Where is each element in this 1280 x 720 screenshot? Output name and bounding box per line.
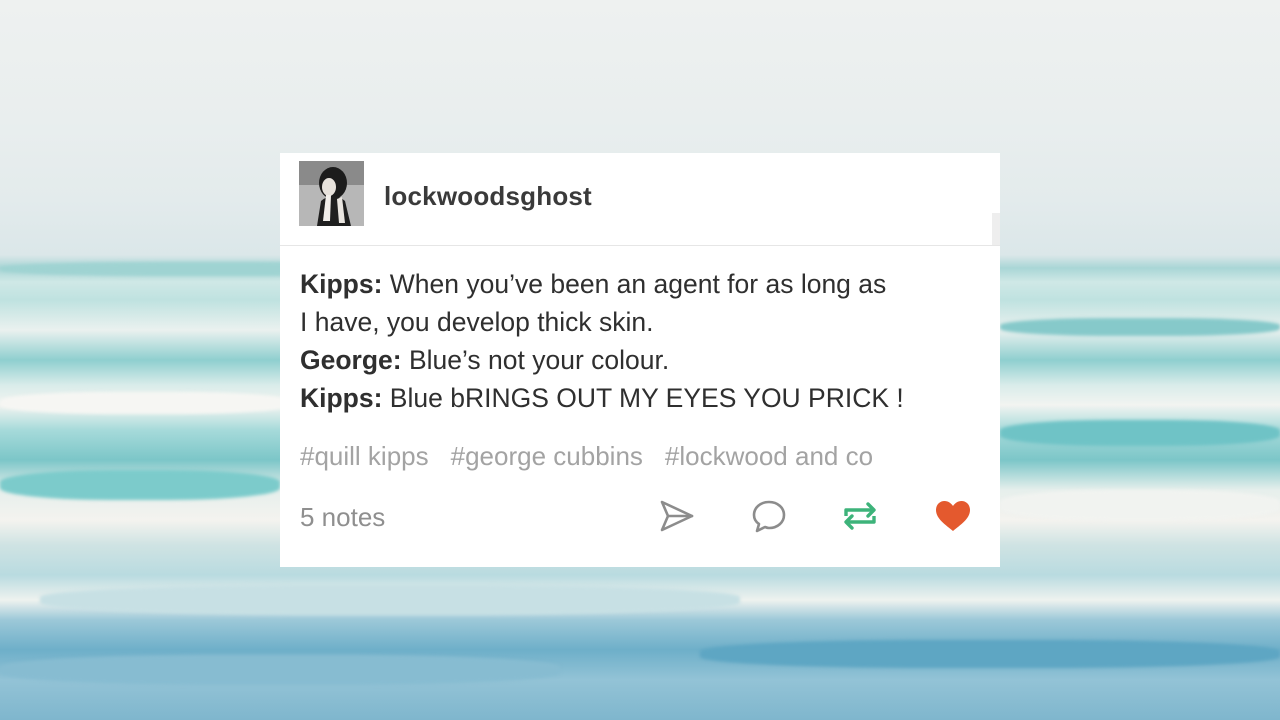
share-button[interactable] [657, 496, 697, 536]
speech-bubble-icon [752, 500, 786, 533]
paint-stroke [0, 470, 280, 500]
post-body: Kipps: When you’ve been an agent for as … [300, 265, 990, 417]
tag-link[interactable]: #lockwood and co [665, 441, 873, 471]
dialogue-text: When you’ve been an agent for as long as [382, 269, 887, 299]
reblog-arrows-icon [844, 502, 876, 530]
paint-stroke [0, 392, 290, 414]
speaker-name: Kipps: [300, 383, 383, 413]
reblog-button[interactable] [840, 496, 880, 536]
dialogue-line: Kipps: Blue bRINGS OUT MY EYES YOU PRICK… [300, 379, 990, 417]
post-username[interactable]: lockwoodsghost [384, 181, 592, 212]
heart-icon [936, 501, 970, 531]
paint-stroke [0, 655, 560, 685]
notes-count[interactable]: 5 notes [300, 502, 385, 533]
dialogue-text: Blue’s not your colour. [401, 345, 670, 375]
paint-stroke [1000, 318, 1280, 336]
tag-link[interactable]: #george cubbins [451, 441, 643, 471]
avatar[interactable] [299, 161, 364, 226]
speaker-name: George: [300, 345, 402, 375]
dialogue-line: I have, you develop thick skin. [300, 303, 990, 341]
scrollbar-thumb[interactable] [992, 213, 1000, 245]
like-button[interactable] [933, 496, 973, 536]
paper-plane-icon [660, 500, 694, 532]
dialogue-text: Blue bRINGS OUT MY EYES YOU PRICK ! [382, 383, 904, 413]
dialogue-text: I have, you develop thick skin. [300, 307, 654, 337]
paint-stroke [40, 585, 740, 615]
tag-link[interactable]: #quill kipps [300, 441, 429, 471]
dialogue-line: George: Blue’s not your colour. [300, 341, 990, 379]
tumblr-post-card: lockwoodsghost Kipps: When you’ve been a… [280, 153, 1000, 567]
avatar-image [299, 161, 364, 226]
dialogue-line: Kipps: When you’ve been an agent for as … [300, 265, 990, 303]
post-tags: #quill kipps #george cubbins #lockwood and… [300, 441, 895, 472]
paint-stroke [1000, 490, 1280, 520]
paint-stroke [700, 640, 1280, 668]
post-header: lockwoodsghost [280, 153, 1000, 246]
reply-button[interactable] [749, 496, 789, 536]
paint-stroke [1000, 420, 1280, 446]
speaker-name: Kipps: [300, 269, 383, 299]
